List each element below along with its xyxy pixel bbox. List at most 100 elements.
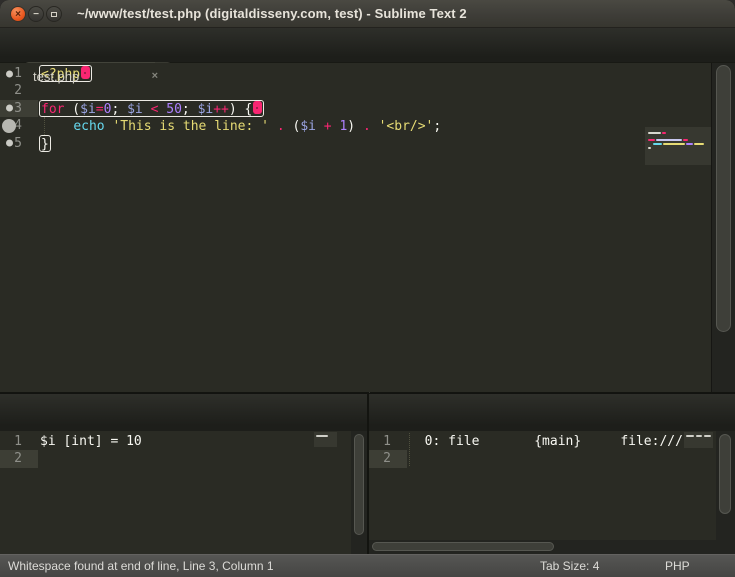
minimap-mark [653,143,662,145]
line-number: 2 [369,450,407,467]
context-minimap[interactable] [314,432,337,447]
code-token: + [324,119,332,134]
minimap-mark [662,132,666,134]
stack-lines[interactable]: 0: file {main} file:/// [409,433,683,468]
breakpoint-icon[interactable] [6,140,13,147]
gutter-row[interactable]: 1 [369,433,407,450]
xdebug-context-panel[interactable]: 12 $i [int] = 10 [0,431,367,554]
breakpoint-icon[interactable] [6,70,13,77]
code-token: . [277,119,285,134]
close-button[interactable]: × [10,6,26,22]
minimap-mark [648,147,651,149]
minimize-button[interactable]: − [28,6,44,22]
breakpoint-region: for ($i=0; $i < 50; $i++) { [39,100,264,117]
panel-line[interactable]: 0: file {main} file:/// [409,433,683,450]
code-token: echo [73,119,104,134]
code-token: 'This is the line: ' [112,119,269,134]
minimap-mark [704,435,711,437]
code-line[interactable]: for ($i=0; $i < 50; $i++) { [42,100,642,117]
code-token: ( [64,102,80,117]
gutter-row[interactable]: 2 [0,450,38,467]
breakpoint-region: } [39,135,51,152]
code-line[interactable]: echo 'This is the line: ' . ($i + 1) . '… [42,117,642,134]
panel-line[interactable] [409,450,683,467]
context-gutter[interactable]: 12 [0,433,38,468]
minimap-mark [686,143,693,145]
minimap-viewport[interactable] [645,127,711,165]
sublime-window: × − ~/www/test/test.php (digitaldisseny.… [0,0,735,577]
code-token: ++ [213,102,229,117]
context-panel-tab-bar: Xdebug Context × [0,393,367,431]
code-token: ) { [229,102,252,117]
minimap-mark [696,435,702,437]
current-position-icon[interactable] [2,119,16,133]
code-token: $i [80,102,96,117]
minimap-mark [683,139,688,141]
code-line[interactable]: <?php [42,65,642,82]
status-message: Whitespace found at end of line, Line 3,… [8,559,274,573]
code-token: 50 [166,102,182,117]
gutter-row[interactable]: 4 [0,117,38,134]
code-token: } [41,137,49,152]
code-token [143,102,151,117]
code-token: . [363,119,371,134]
status-tab-size[interactable]: Tab Size: 4 [540,559,599,573]
maximize-icon [51,12,57,17]
panel-line[interactable] [40,450,142,467]
minimap-mark [316,435,328,437]
editor-vscrollbar-thumb[interactable] [716,65,731,332]
code-token [316,119,324,134]
stack-minimap[interactable] [684,432,713,448]
tab-label: test.php [33,62,79,91]
code-token: ; [182,102,198,117]
code-token: $i [198,102,214,117]
code-token: ) [347,119,355,134]
minimap-mark [663,143,685,145]
gutter-row[interactable]: 3 [0,100,38,117]
gutter-row[interactable]: 5 [0,135,38,152]
context-vscrollbar-thumb[interactable] [354,434,364,535]
code-token: $i [127,102,143,117]
gutter-row[interactable]: 1 [0,433,38,450]
window-controls: × − [10,6,62,22]
line-number: 1 [369,433,407,450]
panel-line[interactable]: $i [int] = 10 [40,433,142,450]
minimap-mark [648,139,655,141]
code-line[interactable]: } [42,135,642,152]
maximize-button[interactable] [46,6,62,22]
stack-panel-tab-bar: Xdebug Stack × [369,393,735,431]
minimap-mark [694,143,704,145]
code-line[interactable] [42,82,642,99]
context-vscrollbar[interactable] [351,431,367,554]
trailing-space-marker [81,66,90,79]
code-token [42,119,73,134]
title-bar[interactable]: × − ~/www/test/test.php (digitaldisseny.… [0,0,735,28]
stack-vscrollbar[interactable] [716,431,735,540]
minimap-mark [686,435,694,437]
code-token: ; [111,102,127,117]
breakpoint-icon[interactable] [6,105,13,112]
stack-hscrollbar-thumb[interactable] [372,542,554,551]
code-token: = [96,102,104,117]
minimap-mark [656,139,682,141]
code-token [355,119,363,134]
xdebug-stack-panel[interactable]: 12 0: file {main} file:/// [369,431,735,554]
context-lines[interactable]: $i [int] = 10 [40,433,142,468]
tab-close-icon[interactable]: × [152,62,158,91]
code-editor[interactable]: 12345 <?phpfor ($i=0; $i < 50; $i++) { e… [0,63,735,392]
code-token: ; [433,119,441,134]
code-token: '<br/>' [379,119,434,134]
stack-gutter[interactable]: 12 [369,433,407,468]
code-token [371,119,379,134]
line-number: 1 [0,433,38,450]
code-token [269,119,277,134]
status-syntax[interactable]: PHP [665,559,690,573]
stack-hscrollbar[interactable] [369,540,735,554]
stack-vscrollbar-thumb[interactable] [719,434,731,514]
gutter-row[interactable]: 2 [369,450,407,467]
code-token: $i [300,119,316,134]
editor-vscrollbar[interactable] [711,63,735,392]
status-bar: Whitespace found at end of line, Line 3,… [0,554,735,577]
minimap-mark [648,132,661,134]
editor-code-lines[interactable]: <?php for ($i=0; $i < 50; $i++) { echo 'T… [42,65,642,152]
